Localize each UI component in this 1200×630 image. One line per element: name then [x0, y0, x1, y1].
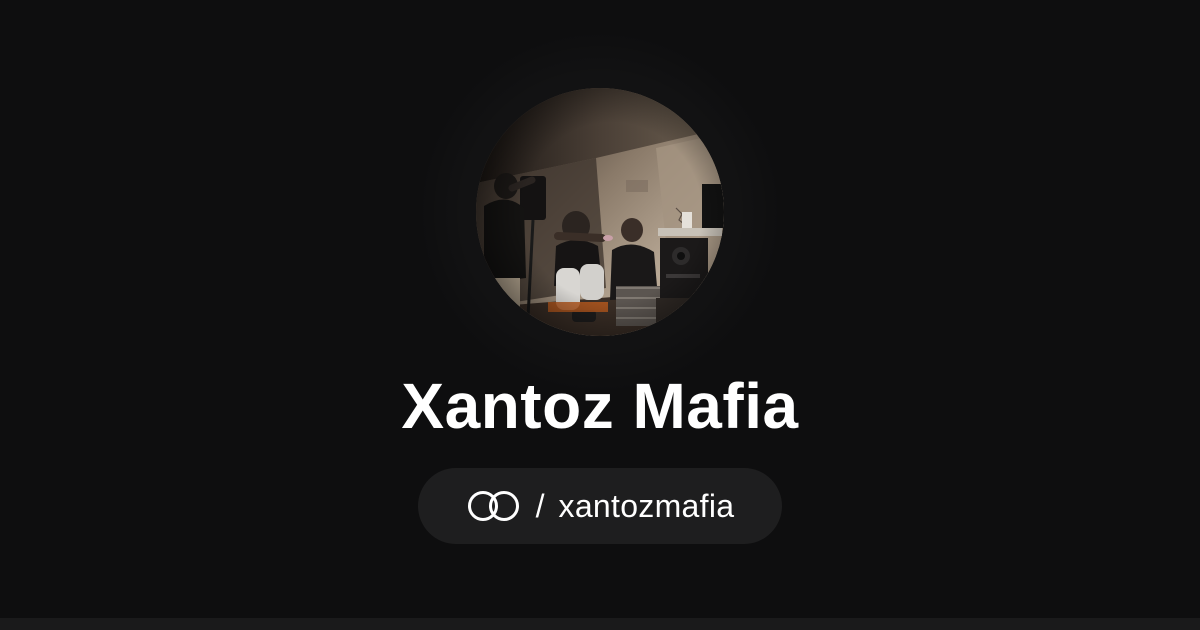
profile-name: Xantoz Mafia: [401, 370, 799, 442]
handle-username: xantozmafia: [558, 488, 735, 524]
bottom-divider: [0, 618, 1200, 630]
profile-card: Xantoz Mafia / xantozmafia: [0, 0, 1200, 630]
handle-separator: /: [535, 488, 545, 524]
avatar-photo: [476, 88, 724, 336]
linked-rings-logo-icon: [466, 489, 522, 523]
avatar: [476, 88, 724, 336]
profile-handle-link[interactable]: / xantozmafia: [418, 468, 782, 544]
